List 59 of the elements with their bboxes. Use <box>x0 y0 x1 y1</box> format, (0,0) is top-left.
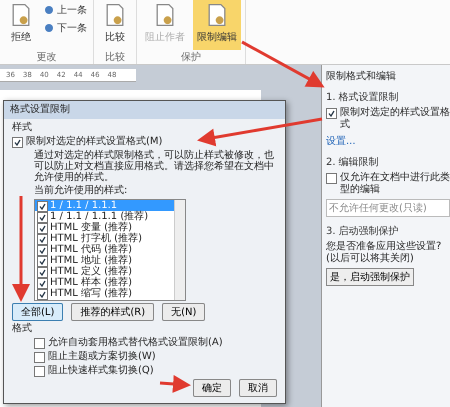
checkbox[interactable] <box>326 108 337 119</box>
checkbox[interactable] <box>37 200 48 212</box>
checkbox[interactable] <box>37 222 48 234</box>
list-button[interactable]: 无(N) <box>162 303 206 321</box>
checkbox[interactable] <box>37 256 48 266</box>
checkbox-label: 仅允许在文档中进行此类型的编辑 <box>340 172 450 196</box>
description: 通过对选定的样式限制格式，可以防止样式被修改，也可以防止对文档直接应用格式。请选择您希望在文档中允许使用的样式。 <box>34 150 275 183</box>
list-item[interactable]: HTML 地址 (推荐) <box>35 255 174 266</box>
dialog-title: 格式设置限制 <box>4 101 285 119</box>
list-item[interactable]: HTML 代码 (推荐) <box>35 244 174 255</box>
list-button[interactable]: 全部(L) <box>12 303 64 321</box>
list-item[interactable]: HTML 定义 (推荐) <box>35 266 174 277</box>
enforce-button[interactable]: 是，启动强制保护 <box>326 268 414 286</box>
pane-title: 限制格式和编辑 <box>326 70 397 83</box>
list-item[interactable]: HTML 打字机 (推荐) <box>35 233 174 244</box>
checkbox-label: 阻止快速样式集切换(Q) <box>48 365 154 377</box>
checkbox-label: 阻止主题或方案切换(W) <box>48 351 156 363</box>
list-button[interactable]: 推荐的样式(R) <box>71 303 154 321</box>
checkmark-icon <box>328 110 335 117</box>
checkbox[interactable] <box>37 266 48 278</box>
group-heading: 格式 <box>12 323 33 335</box>
checkbox[interactable] <box>37 288 48 300</box>
list-item[interactable]: HTML 缩写 (推荐) <box>35 288 174 299</box>
list-item[interactable]: HTML 变量 (推荐) <box>35 222 174 233</box>
checkbox[interactable] <box>34 366 45 377</box>
section-heading: 3. 启动强制保护 <box>326 224 400 238</box>
checkmark-icon <box>14 139 21 146</box>
group-label: 保护 <box>180 52 202 64</box>
annotation-arrow <box>160 374 191 393</box>
section-heading: 2. 编辑限制 <box>326 156 380 169</box>
checkbox[interactable] <box>37 244 48 256</box>
checkbox[interactable] <box>37 212 48 222</box>
ribbon-button[interactable]: 上一条 <box>42 2 89 18</box>
settings-link[interactable]: 设置... <box>326 134 450 148</box>
checkbox[interactable] <box>34 338 45 349</box>
checkbox[interactable] <box>37 278 48 288</box>
ribbon-button[interactable]: 拒绝 <box>4 0 38 50</box>
checkbox[interactable] <box>326 173 337 184</box>
ribbon-button[interactable]: 限制编辑 <box>193 0 241 50</box>
group-label: 更改 <box>36 52 58 64</box>
dialog-button[interactable]: 确定 <box>193 379 231 397</box>
section-heading: 1. 格式设置限制 <box>326 90 400 104</box>
dialog-button[interactable]: 取消 <box>239 379 277 397</box>
checkbox[interactable] <box>12 137 23 148</box>
ribbon-button[interactable]: 比较 <box>98 0 132 50</box>
list-item[interactable]: 1 / 1.1 / 1.1.1 (推荐) <box>35 211 174 222</box>
dropdown[interactable]: 不允许任何更改(只读) <box>326 199 450 217</box>
group-heading: 样式 <box>12 122 33 134</box>
prompt-text: 您是否准备应用这些设置?(以后可以将其关闭) <box>326 241 442 265</box>
scrollbar[interactable] <box>174 200 185 300</box>
list-item[interactable]: HTML 样本 (推荐) <box>35 277 174 288</box>
group-label: 比较 <box>104 52 126 64</box>
list-label: 当前允许使用的样式: <box>34 185 128 197</box>
ribbon-button[interactable]: 下一条 <box>42 20 89 36</box>
checkbox[interactable] <box>34 352 45 363</box>
checkbox-label: 限制对选定的样式设置格式(M) <box>26 136 162 148</box>
checkbox-label: 限制对选定的样式设置格式 <box>340 107 450 131</box>
checkbox-label: 允许自动套用格式替代格式设置限制(A) <box>48 337 223 349</box>
checkbox[interactable] <box>37 234 48 244</box>
